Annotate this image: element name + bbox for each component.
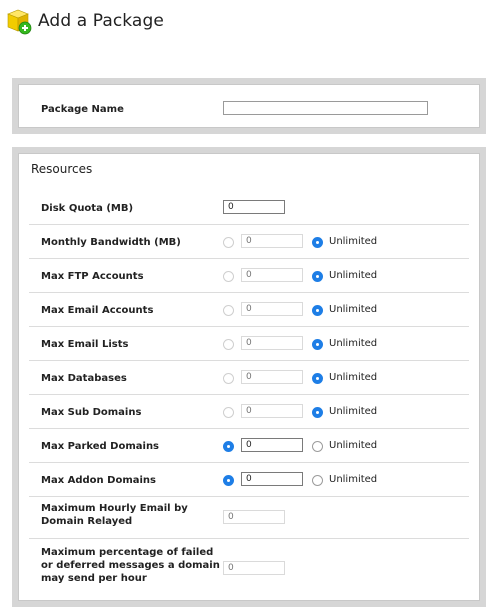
max-parked-domains-value-radio[interactable] bbox=[223, 441, 234, 452]
failed-percentage-label-line3: may send per hour bbox=[41, 573, 147, 584]
max-email-lists-input[interactable] bbox=[241, 336, 303, 350]
row-divider bbox=[29, 462, 469, 463]
max-ftp-accounts-unlimited-label: Unlimited bbox=[329, 270, 378, 281]
failed-percentage-label-line1: Maximum percentage of failed bbox=[41, 547, 214, 558]
monthly-bandwidth-label: Monthly Bandwidth (MB) bbox=[41, 237, 181, 248]
max-addon-domains-input[interactable] bbox=[241, 472, 303, 486]
max-parked-domains-unlimited-label: Unlimited bbox=[329, 440, 378, 451]
max-sub-domains-input[interactable] bbox=[241, 404, 303, 418]
monthly-bandwidth-unlimited-label: Unlimited bbox=[329, 236, 378, 247]
max-parked-domains-unlimited-radio[interactable] bbox=[312, 441, 323, 452]
resources-title: Resources bbox=[31, 162, 93, 176]
max-addon-domains-unlimited-radio[interactable] bbox=[312, 475, 323, 486]
max-email-lists-unlimited-label: Unlimited bbox=[329, 338, 378, 349]
hourly-email-input[interactable] bbox=[223, 510, 285, 524]
max-ftp-accounts-value-radio[interactable] bbox=[223, 271, 234, 282]
failed-percentage-label: Maximum percentage of failed or deferred… bbox=[41, 546, 220, 585]
package-name-input[interactable] bbox=[223, 101, 428, 115]
hourly-email-label: Maximum Hourly Email by Domain Relayed bbox=[41, 502, 188, 528]
max-sub-domains-unlimited-radio[interactable] bbox=[312, 407, 323, 418]
page-header: Add a Package bbox=[6, 6, 164, 36]
max-addon-domains-value-radio[interactable] bbox=[223, 475, 234, 486]
package-name-panel-body: Package Name bbox=[18, 84, 480, 128]
max-sub-domains-value-radio[interactable] bbox=[223, 407, 234, 418]
resources-panel-body: Resources Disk Quota (MB) Monthly Bandwi… bbox=[18, 153, 480, 601]
max-addon-domains-label: Max Addon Domains bbox=[41, 475, 156, 486]
max-email-lists-value-radio[interactable] bbox=[223, 339, 234, 350]
max-email-accounts-unlimited-label: Unlimited bbox=[329, 304, 378, 315]
max-email-lists-unlimited-radio[interactable] bbox=[312, 339, 323, 350]
row-divider bbox=[29, 360, 469, 361]
row-divider bbox=[29, 326, 469, 327]
page-title: Add a Package bbox=[38, 11, 164, 31]
max-ftp-accounts-input[interactable] bbox=[241, 268, 303, 282]
max-databases-label: Max Databases bbox=[41, 373, 127, 384]
max-ftp-accounts-label: Max FTP Accounts bbox=[41, 271, 144, 282]
hourly-email-label-line1: Maximum Hourly Email by bbox=[41, 503, 188, 514]
monthly-bandwidth-input[interactable] bbox=[241, 234, 303, 248]
package-add-icon bbox=[6, 7, 32, 35]
max-email-accounts-unlimited-radio[interactable] bbox=[312, 305, 323, 316]
max-parked-domains-input[interactable] bbox=[241, 438, 303, 452]
row-divider bbox=[29, 496, 469, 497]
max-email-accounts-value-radio[interactable] bbox=[223, 305, 234, 316]
failed-percentage-label-line2: or deferred messages a domain bbox=[41, 560, 220, 571]
hourly-email-label-line2: Domain Relayed bbox=[41, 516, 133, 527]
max-addon-domains-unlimited-label: Unlimited bbox=[329, 474, 378, 485]
max-parked-domains-label: Max Parked Domains bbox=[41, 441, 160, 452]
max-databases-unlimited-radio[interactable] bbox=[312, 373, 323, 384]
monthly-bandwidth-unlimited-radio[interactable] bbox=[312, 237, 323, 248]
row-divider bbox=[29, 258, 469, 259]
monthly-bandwidth-value-radio[interactable] bbox=[223, 237, 234, 248]
row-divider bbox=[29, 292, 469, 293]
max-sub-domains-unlimited-label: Unlimited bbox=[329, 406, 378, 417]
row-divider bbox=[29, 428, 469, 429]
row-divider bbox=[29, 538, 469, 539]
disk-quota-label: Disk Quota (MB) bbox=[41, 203, 134, 214]
max-email-lists-label: Max Email Lists bbox=[41, 339, 129, 350]
max-databases-value-radio[interactable] bbox=[223, 373, 234, 384]
row-divider bbox=[29, 224, 469, 225]
max-email-accounts-label: Max Email Accounts bbox=[41, 305, 154, 316]
package-name-panel: Package Name bbox=[12, 78, 486, 134]
max-email-accounts-input[interactable] bbox=[241, 302, 303, 316]
max-databases-unlimited-label: Unlimited bbox=[329, 372, 378, 383]
failed-percentage-input[interactable] bbox=[223, 561, 285, 575]
row-divider bbox=[29, 394, 469, 395]
resources-panel: Resources Disk Quota (MB) Monthly Bandwi… bbox=[12, 147, 486, 607]
max-ftp-accounts-unlimited-radio[interactable] bbox=[312, 271, 323, 282]
package-name-label: Package Name bbox=[41, 104, 124, 115]
disk-quota-input[interactable] bbox=[223, 200, 285, 214]
max-databases-input[interactable] bbox=[241, 370, 303, 384]
max-sub-domains-label: Max Sub Domains bbox=[41, 407, 142, 418]
